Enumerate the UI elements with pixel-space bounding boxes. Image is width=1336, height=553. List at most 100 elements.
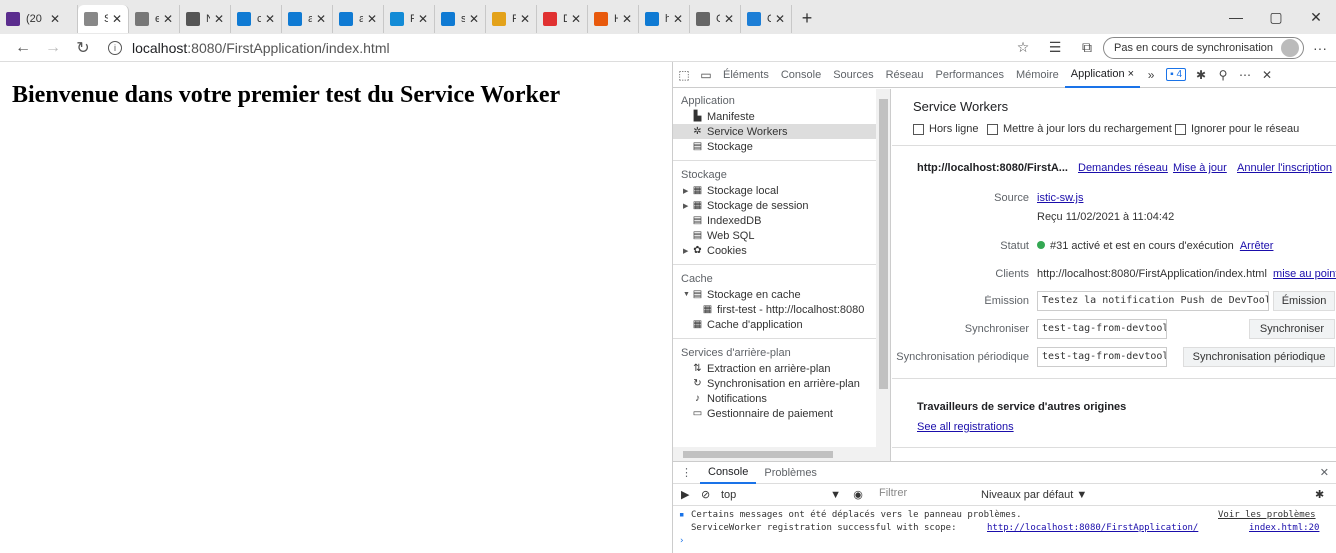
close-icon[interactable]: ✕ bbox=[571, 12, 581, 26]
device-toggle-icon[interactable]: ▭ bbox=[695, 68, 717, 82]
browser-tab[interactable]: affic ✕ bbox=[282, 5, 333, 33]
tab-memory[interactable]: Mémoire bbox=[1010, 62, 1065, 88]
browser-tab[interactable]: affic ✕ bbox=[333, 5, 384, 33]
bypass-network-checkbox[interactable] bbox=[1175, 123, 1186, 135]
back-button[interactable]: ← bbox=[8, 39, 38, 57]
browser-tab[interactable]: PW/ ✕ bbox=[384, 5, 435, 33]
close-icon[interactable]: ✕ bbox=[367, 12, 377, 26]
log-levels-dropdown[interactable]: Niveaux par défaut ▼ bbox=[981, 489, 1087, 501]
sidebar-item-session-storage[interactable]: ▶ ▦ Stockage de session bbox=[673, 198, 890, 213]
maximize-button[interactable]: ▢ bbox=[1256, 9, 1296, 26]
expand-arrow-icon[interactable]: ▶ bbox=[683, 202, 691, 210]
issues-badge[interactable]: ▪ 4 bbox=[1166, 68, 1186, 81]
browser-tab[interactable]: (20 ✕ bbox=[0, 5, 78, 33]
periodic-sync-input[interactable]: test-tag-from-devtools bbox=[1037, 347, 1167, 367]
console-prompt[interactable]: › bbox=[673, 536, 1336, 549]
favorite-add-icon[interactable]: ☆ bbox=[1007, 39, 1039, 56]
focus-link[interactable]: mise au point bbox=[1273, 268, 1336, 280]
close-icon[interactable]: ✕ bbox=[265, 12, 275, 26]
browser-tab[interactable]: Qu' ✕ bbox=[741, 5, 792, 33]
push-button[interactable]: Émission bbox=[1273, 291, 1335, 311]
source-location-link[interactable]: index.html:20 bbox=[1249, 523, 1319, 533]
tab-sources[interactable]: Sources bbox=[827, 62, 879, 88]
collapse-arrow-icon[interactable]: ▼ bbox=[683, 291, 691, 298]
close-icon[interactable]: ✕ bbox=[112, 12, 122, 26]
favorites-icon[interactable]: ☰ bbox=[1039, 39, 1071, 56]
browser-tab[interactable]: héb ✕ bbox=[639, 5, 690, 33]
new-tab-button[interactable]: + bbox=[792, 8, 822, 29]
offline-checkbox[interactable] bbox=[913, 123, 924, 135]
close-window-button[interactable]: ✕ bbox=[1296, 9, 1336, 26]
close-tab-icon[interactable]: × bbox=[1128, 68, 1134, 80]
inspect-icon[interactable]: ⬚ bbox=[673, 68, 695, 82]
browser-tab[interactable]: Crée ✕ bbox=[690, 5, 741, 33]
sidebar-item-cache-storage[interactable]: ▼ ▤ Stockage en cache bbox=[673, 287, 890, 302]
clear-console-icon[interactable]: ⊘ bbox=[701, 488, 721, 501]
tab-application[interactable]: Application × bbox=[1064, 62, 1141, 88]
browser-tab[interactable]: Déc ✕ bbox=[537, 5, 588, 33]
close-icon[interactable]: ✕ bbox=[520, 12, 530, 26]
drawer-tab-console[interactable]: Console bbox=[700, 462, 757, 484]
minimize-button[interactable]: — bbox=[1216, 9, 1256, 25]
tab-console[interactable]: Console bbox=[775, 62, 827, 88]
profile-sync-button[interactable]: Pas en cours de synchronisation bbox=[1103, 36, 1304, 59]
update-on-reload-checkbox[interactable] bbox=[987, 123, 998, 135]
close-devtools-icon[interactable]: ✕ bbox=[1256, 68, 1278, 82]
sidebar-item-storage[interactable]: ▤ Stockage bbox=[673, 139, 890, 154]
close-icon[interactable]: ✕ bbox=[163, 12, 173, 26]
close-icon[interactable]: ✕ bbox=[214, 12, 224, 26]
close-icon[interactable]: ✕ bbox=[469, 12, 479, 26]
close-drawer-icon[interactable]: ✕ bbox=[1312, 462, 1336, 484]
forward-button[interactable]: → bbox=[38, 39, 68, 57]
info-icon[interactable]: i bbox=[108, 40, 122, 55]
sidebar-item-app-cache[interactable]: ▦ Cache d'application bbox=[673, 317, 890, 332]
see-all-registrations-link[interactable]: See all registrations bbox=[917, 421, 1014, 433]
drawer-menu-icon[interactable]: ⋮ bbox=[673, 462, 700, 484]
browser-tab[interactable]: Serv ✕ bbox=[78, 5, 129, 33]
update-link[interactable]: Mise à jour bbox=[1173, 162, 1227, 174]
close-icon[interactable]: ✕ bbox=[724, 12, 734, 26]
browser-tab[interactable]: HTN ✕ bbox=[588, 5, 639, 33]
sidebar-item-payment-handler[interactable]: ▭ Gestionnaire de paiement bbox=[673, 406, 890, 421]
update-on-reload-option[interactable]: Mettre à jour lors du rechargement bbox=[987, 123, 1172, 135]
sidebar-item-bg-sync[interactable]: ↻ Synchronisation en arrière-plan bbox=[673, 376, 890, 391]
reload-button[interactable]: ↻ bbox=[68, 38, 98, 58]
sync-input[interactable]: test-tag-from-devtools bbox=[1037, 319, 1167, 339]
close-icon[interactable]: ✕ bbox=[622, 12, 632, 26]
more-tabs-icon[interactable]: » bbox=[1140, 68, 1162, 82]
unregister-link[interactable]: Annuler l'inscription bbox=[1237, 162, 1332, 174]
drawer-tab-problems[interactable]: Problèmes bbox=[756, 462, 825, 484]
periodic-sync-button[interactable]: Synchronisation périodique bbox=[1183, 347, 1335, 367]
eye-icon[interactable]: ◉ bbox=[847, 488, 869, 501]
sync-button[interactable]: Synchroniser bbox=[1249, 319, 1335, 339]
sidebar-scroll-thumb[interactable] bbox=[879, 99, 888, 389]
customize-icon[interactable]: ⚲ bbox=[1212, 68, 1234, 82]
url-field[interactable]: i localhost :8080/FirstApplication/index… bbox=[108, 40, 390, 56]
browser-tab[interactable]: PW/ ✕ bbox=[486, 5, 537, 33]
sidebar-item-manifest[interactable]: ▙ Manifeste bbox=[673, 109, 890, 124]
sidebar-h-scroll-thumb[interactable] bbox=[683, 451, 833, 458]
browser-tab[interactable]: Nou ✕ bbox=[180, 5, 231, 33]
sidebar-item-notifications[interactable]: ♪ Notifications bbox=[673, 391, 890, 406]
browser-tab[interactable]: cod ✕ bbox=[231, 5, 282, 33]
more-menu-icon[interactable]: ··· bbox=[1304, 40, 1336, 56]
scope-link[interactable]: http://localhost:8080/FirstApplication/ bbox=[987, 523, 1198, 533]
browser-tab[interactable]: edg ✕ bbox=[129, 5, 180, 33]
close-icon[interactable]: ✕ bbox=[50, 12, 60, 26]
source-link[interactable]: istic-sw.js bbox=[1037, 192, 1083, 204]
context-selector[interactable]: top ▼ bbox=[721, 489, 841, 501]
close-icon[interactable]: ✕ bbox=[418, 12, 428, 26]
sidebar-item-cookies[interactable]: ▶ ✿ Cookies bbox=[673, 243, 890, 258]
sidebar-item-bg-fetch[interactable]: ⇅ Extraction en arrière-plan bbox=[673, 361, 890, 376]
sidebar-toggle-icon[interactable]: ▶ bbox=[681, 488, 701, 501]
tab-network[interactable]: Réseau bbox=[880, 62, 930, 88]
push-input[interactable]: Testez la notification Push de DevTools. bbox=[1037, 291, 1269, 311]
offline-option[interactable]: Hors ligne bbox=[913, 123, 979, 135]
more-options-icon[interactable]: ⋯ bbox=[1234, 68, 1256, 82]
stop-link[interactable]: Arrêter bbox=[1240, 240, 1274, 252]
sidebar-item-first-test-cache[interactable]: ▦ first-test - http://localhost:8080 bbox=[673, 302, 890, 317]
network-requests-link[interactable]: Demandes réseau bbox=[1078, 162, 1168, 174]
close-icon[interactable]: ✕ bbox=[673, 12, 683, 26]
sidebar-item-websql[interactable]: ▤ Web SQL bbox=[673, 228, 890, 243]
expand-arrow-icon[interactable]: ▶ bbox=[683, 247, 691, 255]
